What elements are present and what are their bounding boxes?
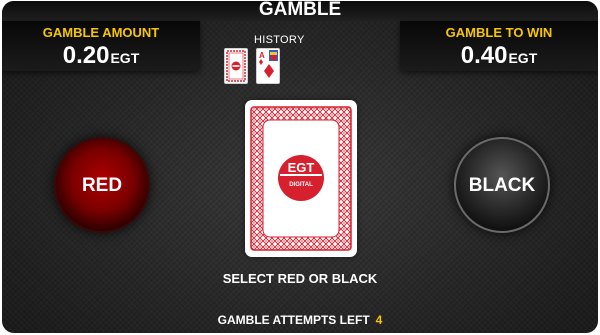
history-card-back — [224, 48, 248, 84]
gamble-to-win-currency: EGT — [508, 50, 538, 66]
title-bar: GAMBLE — [2, 1, 598, 21]
gamble-to-win-value: 0.40 — [460, 42, 508, 69]
gamble-amount-panel: GAMBLE AMOUNT 0.20EGT — [2, 21, 200, 71]
gamble-amount-value-row: 0.20EGT — [2, 43, 200, 71]
mini-card-back-icon — [226, 50, 246, 82]
gamble-card: EGT DIGITAL — [245, 100, 357, 257]
gamble-screen: GAMBLE GAMBLE AMOUNT 0.20EGT GAMBLE TO W… — [2, 1, 598, 333]
gamble-amount-value: 0.20 — [62, 42, 110, 69]
gamble-to-win-label: GAMBLE TO WIN — [445, 25, 553, 40]
red-button-label: RED — [81, 175, 123, 196]
black-button[interactable]: BLACK — [454, 137, 550, 233]
egt-logo-text: EGT — [288, 160, 315, 175]
history-card-ace-diamonds: A — [256, 48, 280, 84]
gamble-amount-label: GAMBLE AMOUNT — [42, 25, 160, 40]
gamble-amount-currency: EGT — [110, 50, 140, 66]
black-button-label: BLACK — [468, 175, 536, 196]
ace-of-diamonds-icon: A — [259, 50, 278, 78]
egt-logo-subtext: DIGITAL — [289, 182, 313, 188]
gamble-title: GAMBLE — [258, 1, 342, 20]
attempts-label: GAMBLE ATTEMPTS LEFT — [217, 313, 370, 327]
card-back-pattern: EGT DIGITAL — [250, 106, 352, 251]
gamble-to-win-panel: GAMBLE TO WIN 0.40EGT — [400, 21, 598, 71]
attempts-row: GAMBLE ATTEMPTS LEFT 4 — [2, 313, 598, 327]
history-label: HISTORY — [254, 34, 305, 46]
ace-rank-text: A — [259, 51, 265, 60]
gamble-to-win-value-row: 0.40EGT — [400, 43, 598, 71]
attempts-count: 4 — [375, 313, 383, 327]
select-prompt: SELECT RED OR BLACK — [222, 271, 378, 286]
red-button[interactable]: RED — [54, 137, 150, 233]
